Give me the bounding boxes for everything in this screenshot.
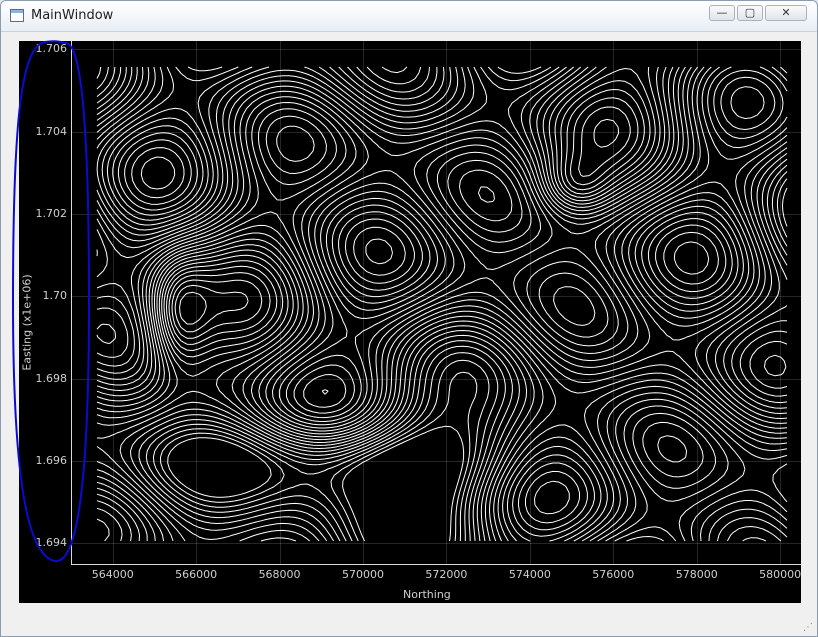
window-title: MainWindow [31,8,114,23]
maximize-icon: ▢ [744,6,756,19]
main-window: MainWindow — ▢ ✕ 1.706 1.704 1.702 1.70 1.69… [0,0,818,637]
x-tick-label: 572000 [425,568,468,581]
y-axis-label: Easting (x1e+06) [20,274,34,371]
x-tick-label: 574000 [508,568,551,581]
contour-line [138,272,704,542]
contour-line [96,66,788,408]
close-button[interactable]: ✕ [765,5,807,21]
x-axis-line [71,564,801,565]
minimize-button[interactable]: — [709,5,735,21]
y-axis-line [71,41,72,565]
x-axis-label: Northing [403,588,451,601]
x-tick-label: 566000 [175,568,218,581]
app-icon [10,9,24,22]
plot-area[interactable]: 1.706 1.704 1.702 1.70 1.698 1.696 1.694 56400… [19,41,801,603]
x-tick-label: 578000 [675,568,718,581]
resize-grip-icon[interactable]: ⋰ [803,622,813,633]
x-tick-label: 570000 [342,568,384,581]
y-tick-label: 1.694 [35,536,68,550]
title-bar[interactable]: MainWindow — ▢ ✕ [1,1,817,32]
contour-line [130,241,716,542]
x-tick-label: 568000 [258,568,301,581]
y-tick-label: 1.704 [35,124,68,138]
x-tick-label: 580000 [759,568,802,581]
y-tick-label: 1.696 [35,454,68,468]
contour-line [593,118,620,148]
contour-line [167,425,465,542]
y-tick-label: 1.706 [35,42,68,56]
contour-line [160,291,478,542]
y-tick-label: 1.702 [35,206,68,220]
close-icon: ✕ [781,6,791,19]
x-tick-label: 564000 [91,568,134,581]
contour-plot [96,66,788,542]
x-tick-label: 576000 [592,568,635,581]
contour-line [112,66,656,265]
maximize-button[interactable]: ▢ [737,5,763,21]
y-tick-label: 1.698 [35,371,68,385]
minimize-icon: — [716,6,728,19]
